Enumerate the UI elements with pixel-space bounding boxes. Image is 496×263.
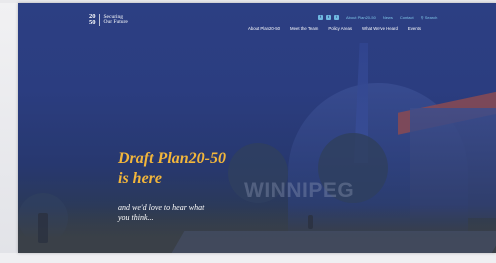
search-label: Search <box>424 15 438 20</box>
hero-section: 20 50 Securing Our Future f t i About Pl… <box>18 3 496 253</box>
hero-title-line2: is here <box>118 170 162 187</box>
utility-link-contact[interactable]: Contact <box>400 15 414 20</box>
site-logo[interactable]: 20 50 Securing Our Future <box>89 13 128 26</box>
building <box>410 108 496 218</box>
cyclist <box>38 213 48 243</box>
utility-bar: f t i About Plan20-50 News Contact ⚲ Sea… <box>318 15 437 20</box>
nav-item-team[interactable]: Meet the Team <box>290 26 318 31</box>
search-link[interactable]: ⚲ Search <box>421 15 438 20</box>
hero-title: Draft Plan20-50 is here <box>118 149 328 189</box>
pedestrian <box>308 215 313 229</box>
twitter-icon[interactable]: t <box>326 15 331 20</box>
walkway <box>171 231 496 253</box>
nav-item-heard[interactable]: What We've Heard <box>362 26 398 31</box>
hero-subtitle: and we'd love to hear what you think... <box>118 203 258 223</box>
hero-subtitle-line1: and we'd love to hear what <box>118 203 205 212</box>
main-nav: About Plan20-50 Meet the Team Policy Are… <box>248 26 421 31</box>
nav-item-about[interactable]: About Plan20-50 <box>248 26 280 31</box>
page-margin-bottom <box>0 253 496 263</box>
logo-mark: 20 50 <box>89 13 100 26</box>
logo-text: Securing Our Future <box>103 13 128 25</box>
nav-item-events[interactable]: Events <box>408 26 421 31</box>
hero-title-line1: Draft Plan20-50 <box>118 150 226 167</box>
utility-link-news[interactable]: News <box>383 15 393 20</box>
instagram-icon[interactable]: i <box>334 15 339 20</box>
utility-link-about[interactable]: About Plan20-50 <box>346 15 376 20</box>
nav-item-policy[interactable]: Policy Areas <box>328 26 352 31</box>
hero-subtitle-line2: you think... <box>118 213 154 222</box>
search-icon: ⚲ <box>420 15 424 20</box>
page-margin-left <box>0 3 18 253</box>
social-links: f t i <box>318 15 339 20</box>
facebook-icon[interactable]: f <box>318 15 323 20</box>
